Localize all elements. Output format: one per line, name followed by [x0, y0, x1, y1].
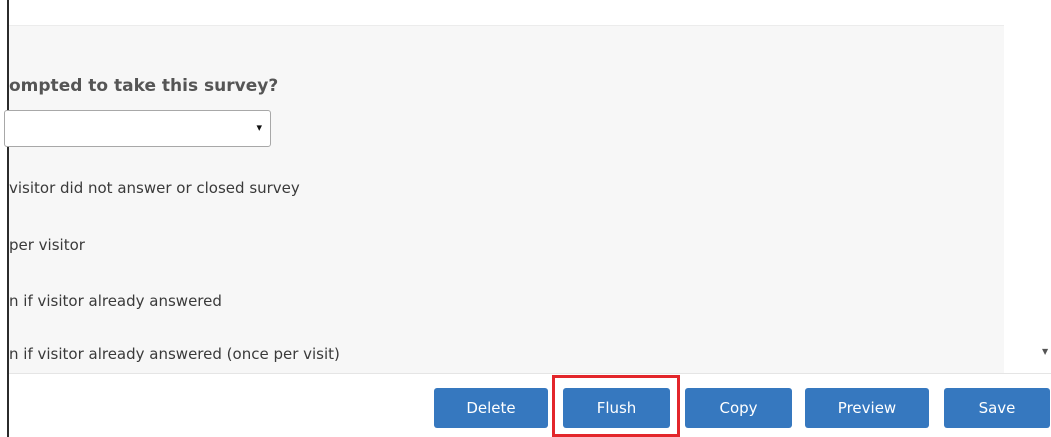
copy-button[interactable]: Copy	[685, 388, 792, 428]
prompt-question-label: ompted to take this survey?	[9, 76, 279, 96]
preview-button[interactable]: Preview	[805, 388, 929, 428]
prompt-frequency-select[interactable]: ▾	[4, 110, 271, 147]
save-button[interactable]: Save	[944, 388, 1050, 428]
option-text: visitor did not answer or closed survey	[9, 179, 300, 197]
survey-settings-window: ompted to take this survey? ▾ visitor di…	[0, 0, 1051, 437]
dropdown-arrow-icon: ▾	[256, 121, 262, 134]
scroll-down-arrow-icon[interactable]: ▼	[1042, 347, 1048, 356]
vertical-scrollbar[interactable]	[1039, 0, 1051, 373]
flush-highlight-box	[552, 375, 680, 437]
footer-divider	[9, 373, 1051, 374]
option-text: per visitor	[9, 236, 85, 254]
option-text: n if visitor already answered	[9, 292, 222, 310]
delete-button[interactable]: Delete	[434, 388, 548, 428]
option-text: n if visitor already answered (once per …	[9, 345, 340, 363]
